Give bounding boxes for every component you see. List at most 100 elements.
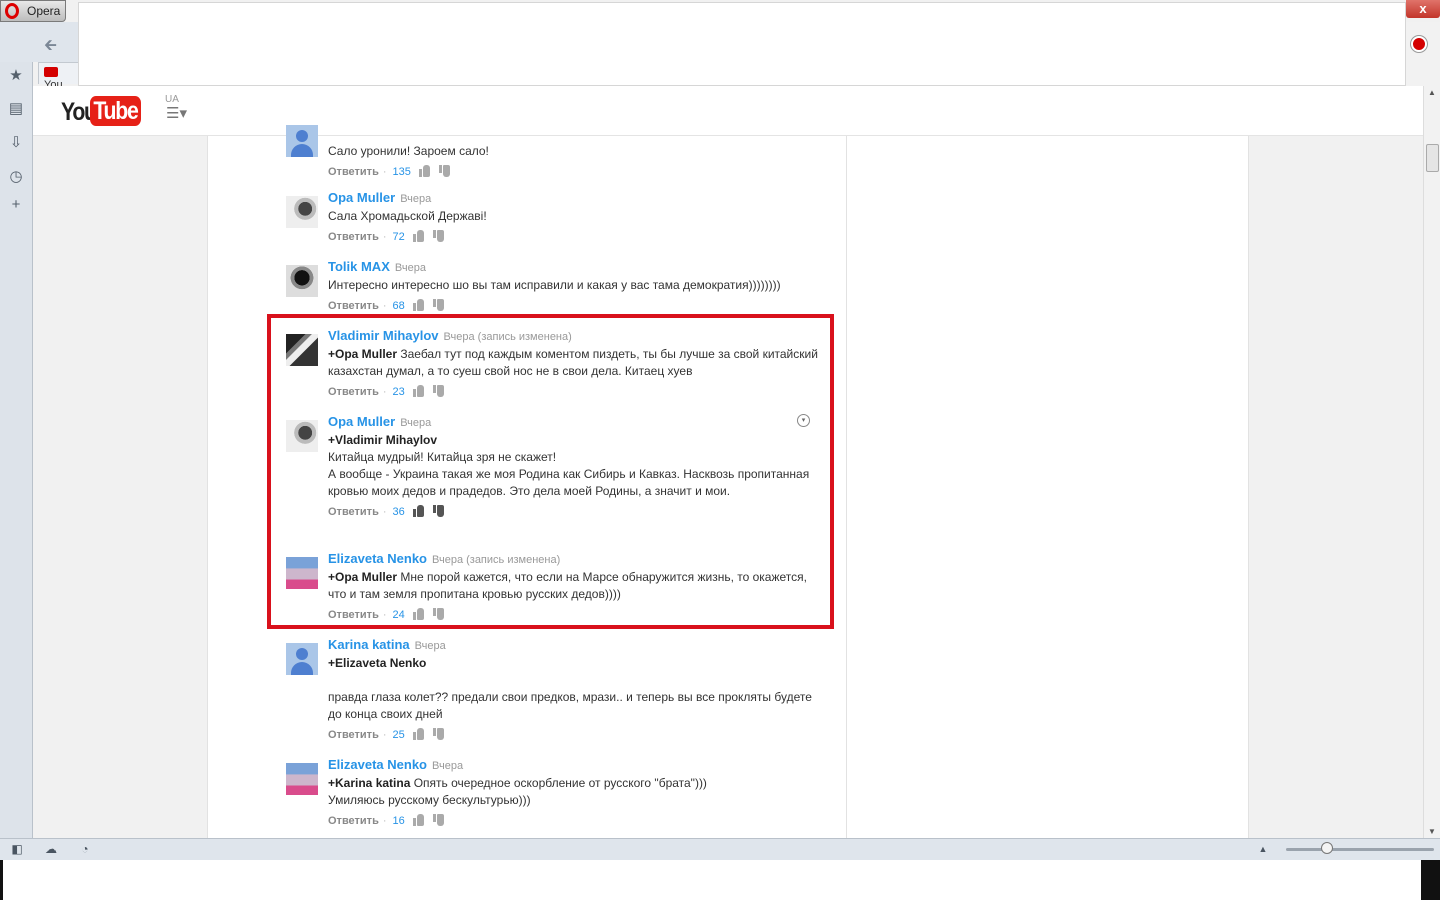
avatar[interactable] [286,125,318,157]
panel-toggle-icon[interactable]: ◧ [9,842,25,856]
window-close-button[interactable]: x [1406,0,1440,18]
zoom-slider-track[interactable] [1286,848,1434,851]
thumbs-up-icon[interactable] [412,385,425,397]
comment-text: +Elizaveta Nenko правда глаза колет?? пре… [328,655,818,723]
comment-text: Сала Хромадьской Державi! [328,208,818,225]
thumbs-up-icon[interactable] [412,608,425,620]
avatar[interactable] [286,643,318,675]
comment-actions: Ответить · 23 [328,385,818,399]
taskbar-area [0,860,1440,900]
separator-dot: · [382,231,387,243]
comment-mention[interactable]: +Opa Muller [328,347,397,361]
comment-header: Tolik MAX Вчера [328,259,818,276]
turbo-speed-icon[interactable]: ◔ [77,842,93,856]
avatar[interactable] [286,334,318,366]
like-count: 68 [392,300,405,312]
comment-actions: Ответить · 16 [328,814,818,828]
avatar[interactable] [286,265,318,297]
reply-button[interactable]: Ответить [328,231,379,243]
comment-mention[interactable]: +Elizaveta Nenko [328,656,426,670]
guide-menu-icon[interactable]: ☰▾ [166,104,187,122]
comment-author[interactable]: Opa Muller [328,190,395,205]
comment-mention[interactable]: +Opa Muller [328,570,397,584]
bookmarks-star-icon[interactable]: ★ [7,67,25,85]
comment-time[interactable]: Вчера [400,193,431,205]
comment-text-line: Умиляюсь русскому бескультурью))) [328,793,531,807]
avatar[interactable] [286,763,318,795]
notes-icon[interactable]: ▤ [7,100,25,118]
reply-button[interactable]: Ответить [328,166,379,178]
comment-text: +Opa Muller Заебал тут под каждым комент… [328,346,818,380]
avatar[interactable] [286,420,318,452]
reply-button[interactable]: Ответить [328,506,379,518]
comment-body: Elizaveta Nenko Вчера +Karina katina Опять… [328,757,818,828]
comment-author[interactable]: Opa Muller [328,414,395,429]
scroll-down-icon[interactable]: ▼ [1428,827,1436,836]
reply-button[interactable]: Ответить [328,386,379,398]
avatar[interactable] [286,557,318,589]
thumbs-down-icon[interactable] [433,299,445,311]
left-panel: ★ ▤ ⇩ ◷ + [0,62,33,840]
comment-author[interactable]: Tolik MAX [328,259,390,274]
opera-menu-button[interactable]: Opera [0,0,66,22]
blank-popup-panel [78,2,1406,86]
comment-mention[interactable]: +Vladimir Mihaylov [328,433,437,447]
thumbs-up-icon[interactable] [418,165,431,177]
thumbs-down-icon[interactable] [433,230,445,242]
history-clock-icon[interactable]: ◷ [7,168,25,186]
reply-button[interactable]: Ответить [328,609,379,621]
opera-link-icon[interactable] [1411,36,1427,52]
reply-button[interactable]: Ответить [328,729,379,741]
thumbs-down-icon[interactable] [439,165,451,177]
comment-text: +Vladimir Mihaylov Китайца мудрый! Китайц… [328,432,818,500]
comment-mention[interactable]: +Karina katina [328,776,410,790]
reply-button[interactable]: Ответить [328,300,379,312]
page-scrollbar[interactable]: ▲ ▼ [1423,86,1440,838]
thumbs-up-icon[interactable] [412,814,425,826]
comment-text-content: Мне порой кажется, что если на Марсе обн… [328,570,807,601]
comment-time[interactable]: Вчера [400,417,431,429]
scroll-thumb[interactable] [1426,144,1439,172]
comment-time[interactable]: Вчера [432,760,463,772]
comment-actions: Ответить · 25 [328,728,818,742]
comment-time[interactable]: Вчера (запись изменена) [432,554,560,566]
thumbs-down-icon[interactable] [433,385,445,397]
view-up-icon[interactable]: ▲ [1255,844,1271,858]
comment-author[interactable]: Vladimir Mihaylov [328,328,439,343]
unite-cloud-icon[interactable]: ☁ [43,842,59,856]
thumbs-down-icon[interactable] [433,728,445,740]
like-count: 72 [392,231,405,243]
comment-author[interactable]: Elizaveta Nenko [328,551,427,566]
zoom-slider-knob[interactable] [1321,842,1333,854]
thumbs-up-icon[interactable] [412,728,425,740]
thumbs-down-icon[interactable] [433,505,445,517]
thumbs-down-icon[interactable] [433,608,445,620]
downloads-icon[interactable]: ⇩ [7,134,25,152]
comment-time[interactable]: Вчера (запись изменена) [444,331,572,343]
thumbs-up-icon[interactable] [412,299,425,311]
comment-body: Tolik MAX Вчера Интересно интересно шо вы … [328,259,818,313]
comment-header: Elizaveta Nenko Вчера (запись изменена) [328,551,818,568]
comment-time[interactable]: Вчера [415,640,446,652]
thumbs-up-icon[interactable] [412,230,425,242]
comment-header: Opa Muller Вчера [328,190,818,207]
screen: Opera x 🡰 You ★ ▤ ⇩ ◷ + You Tube UA ☰▾ С… [0,0,1440,900]
comment-text: +Opa Muller Мне порой кажется, что если … [328,569,818,603]
comment-menu-icon[interactable]: ▾ [797,414,810,427]
comment-author[interactable]: Elizaveta Nenko [328,757,427,772]
reply-button[interactable]: Ответить [328,815,379,827]
comment-time[interactable]: Вчера [395,262,426,274]
comment-author[interactable]: Karina katina [328,637,410,652]
comment-header: Opa Muller Вчера [328,414,818,431]
comment-text-content: Опять очередное оскорбление от русского … [410,776,707,790]
back-arrow-icon[interactable]: 🡰 [44,34,57,61]
add-panel-icon[interactable]: + [7,196,25,214]
avatar[interactable] [286,196,318,228]
thumbs-up-icon[interactable] [412,505,425,517]
separator-dot: · [382,609,387,621]
thumbs-down-icon[interactable] [433,814,445,826]
comment-header: Vladimir Mihaylov Вчера (запись изменена) [328,328,818,345]
scroll-up-icon[interactable]: ▲ [1428,88,1436,97]
tab-youtube[interactable]: You [38,62,80,91]
comment-header: Karina katina Вчера [328,637,818,654]
